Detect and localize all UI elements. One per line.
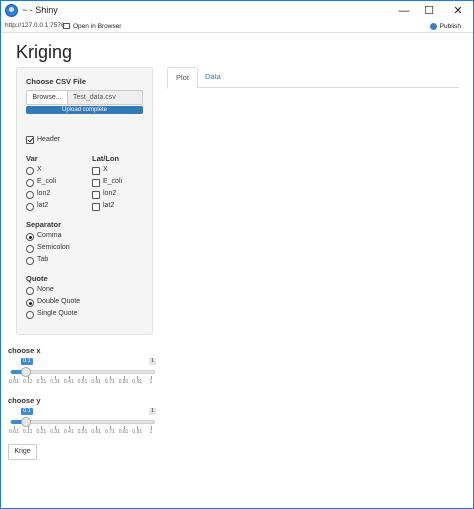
open-in-browser-button[interactable]: Open in Browser — [63, 21, 121, 32]
latlon-checkbox-e-coli[interactable] — [92, 179, 100, 187]
slider-tick-label: 0.01 — [9, 379, 19, 385]
separator-option-label: Semicolon — [37, 244, 70, 251]
rstudio-icon — [5, 4, 18, 17]
url-text: http://127.0.0.1:7576 — [5, 22, 65, 29]
slider-tick-label: 0.71 — [105, 379, 115, 385]
slider-tick-label: 0.91 — [132, 379, 143, 385]
separator-label: Separator — [26, 220, 62, 229]
slider-tick-label: 0.71 — [105, 429, 115, 435]
slider-tick-label: 1 — [149, 379, 153, 385]
slider-y-track[interactable] — [10, 420, 155, 424]
latlon-option-label: X — [103, 166, 108, 173]
publish-label: Publish — [439, 23, 461, 30]
latlon-label: Lat/Lon — [92, 154, 120, 163]
quote-label: Quote — [26, 274, 48, 283]
file-name-field[interactable]: Test_data.csv — [68, 90, 143, 105]
slider-x-ticks: 0.01 0.11 0.21 0.31 0.41 0.51 0.61 0.71 0.81 0.91… — [9, 376, 155, 386]
slider-tick-label: 0.81 — [118, 379, 129, 385]
slider-tick-label: 0.61 — [91, 429, 102, 435]
progress-text: Upload complete — [61, 107, 108, 113]
tab-data[interactable]: Data — [197, 67, 229, 88]
slider-tick-label: 0.91 — [132, 429, 143, 435]
close-button[interactable]: ✕ — [447, 3, 469, 19]
var-option-label: E_coli — [37, 178, 57, 185]
separator-radio-comma[interactable] — [26, 233, 34, 241]
tab-plot[interactable]: Plot — [167, 67, 198, 89]
publish-button[interactable]: Publish — [429, 21, 461, 32]
browse-button[interactable]: Browse... — [26, 90, 68, 105]
viewer-toolbar: http://127.0.0.1:7576 Open in Browser Pu… — [1, 21, 473, 33]
slider-x-track[interactable] — [10, 370, 155, 374]
quote-option-label: None — [37, 286, 54, 293]
slider-x-value: 0.1 — [21, 358, 33, 365]
quote-option-label: Single Quote — [37, 310, 78, 317]
app-window: ~ - Shiny — ☐ ✕ http://127.0.0.1:7576 Op… — [0, 0, 474, 509]
latlon-checkbox-lon2[interactable] — [92, 191, 100, 199]
slider-x-max: 1 — [149, 358, 157, 365]
separator-radio-semicolon[interactable] — [26, 245, 34, 253]
browser-icon — [63, 23, 70, 29]
slider-x-label: choose x — [8, 346, 41, 355]
slider-y-label: choose y — [8, 396, 41, 405]
slider-tick-label: 0.51 — [77, 429, 88, 435]
publish-icon — [429, 23, 437, 30]
separator-radio-tab[interactable] — [26, 257, 34, 265]
separator-option-label: Tab — [37, 256, 49, 263]
var-option-label: lon2 — [37, 190, 51, 197]
upload-progress-bar: Upload complete — [26, 106, 143, 114]
main-tabs: Plot Data — [167, 67, 459, 89]
slider-tick-label: 0.31 — [50, 379, 60, 385]
var-radio-x[interactable] — [26, 167, 34, 175]
open-in-browser-label: Open in Browser — [73, 23, 122, 30]
slider-tick-label: 1 — [149, 429, 153, 435]
file-input: Browse... Test_data.csv — [26, 90, 143, 105]
quote-radio-single[interactable] — [26, 311, 34, 319]
minimize-button[interactable]: — — [393, 3, 415, 19]
slider-y-max: 1 — [149, 408, 157, 415]
quote-radio-double[interactable] — [26, 299, 34, 307]
latlon-option-label: lon2 — [103, 190, 117, 197]
slider-tick-label: 0.61 — [91, 379, 102, 385]
slider-tick-label: 0.81 — [118, 429, 129, 435]
slider-tick-label: 0.01 — [9, 429, 19, 435]
separator-option-label: Comma — [37, 232, 62, 239]
window-title: ~ - Shiny — [22, 5, 58, 15]
latlon-option-label: E_coli — [103, 178, 123, 185]
var-option-label: lat2 — [37, 202, 49, 209]
latlon-option-label: lat2 — [103, 202, 115, 209]
title-bar: ~ - Shiny — ☐ ✕ — [1, 1, 473, 21]
slider-tick-label: 0.21 — [36, 429, 47, 435]
latlon-checkbox-lat2[interactable] — [92, 203, 100, 211]
slider-y-ticks: 0.01 0.11 0.21 0.31 0.41 0.51 0.61 0.71 0.81 0.91… — [9, 426, 155, 436]
maximize-button[interactable]: ☐ — [418, 3, 440, 19]
file-input-label: Choose CSV File — [26, 77, 87, 86]
var-option-label: X — [37, 166, 42, 173]
quote-option-label: Double Quote — [37, 298, 81, 305]
slider-tick-label: 0.41 — [63, 379, 74, 385]
quote-radio-none[interactable] — [26, 287, 34, 295]
header-checkbox[interactable] — [26, 136, 34, 144]
krige-button[interactable]: Krige — [8, 444, 37, 460]
slider-tick-label: 0.41 — [63, 429, 74, 435]
slider-y-value: 0.1 — [21, 408, 33, 415]
var-label: Var — [26, 154, 38, 163]
latlon-checkbox-x[interactable] — [92, 167, 100, 175]
page-title: Kriging — [16, 42, 73, 62]
slider-tick-label: 0.21 — [36, 379, 47, 385]
var-radio-lon2[interactable] — [26, 191, 34, 199]
var-radio-lat2[interactable] — [26, 203, 34, 211]
sidebar-panel: Choose CSV File Browse... Test_data.csv … — [16, 67, 153, 335]
slider-tick-label: 0.51 — [77, 379, 88, 385]
slider-tick-label: 0.31 — [50, 429, 60, 435]
header-label: Header — [37, 136, 60, 143]
slider-tick-label: 0.11 — [23, 429, 33, 435]
var-radio-e-coli[interactable] — [26, 179, 34, 187]
slider-tick-label: 0.11 — [23, 379, 33, 385]
